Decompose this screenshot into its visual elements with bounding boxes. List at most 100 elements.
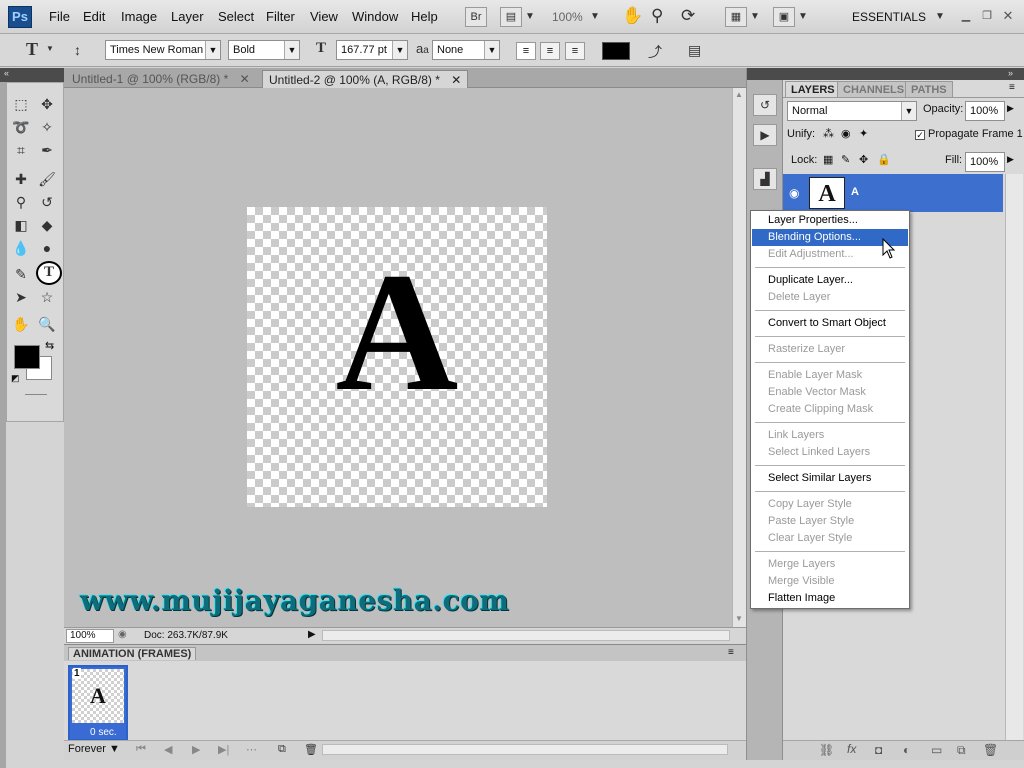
clone-stamp-tool-icon[interactable]: ⚲	[10, 191, 32, 213]
previous-frame-icon[interactable]: ◀	[164, 743, 172, 756]
close-icon[interactable]: ✕	[240, 72, 250, 86]
crop-tool-icon[interactable]: ⌗	[10, 139, 32, 161]
chevron-down-icon[interactable]: ▼	[590, 11, 600, 22]
font-style-select[interactable]: Bold ▼	[228, 40, 300, 60]
magic-wand-tool-icon[interactable]: ✧	[36, 116, 58, 138]
menu-filter[interactable]: Filter	[266, 9, 295, 24]
horizontal-scrollbar[interactable]	[322, 630, 730, 641]
anti-alias-select[interactable]: None ▼	[432, 40, 500, 60]
workspace-switcher[interactable]: ESSENTIALS	[852, 10, 926, 24]
menu-help[interactable]: Help	[411, 9, 438, 24]
eye-icon[interactable]: ◉	[789, 186, 799, 200]
collapse-icon[interactable]: «	[4, 68, 9, 78]
menu-select[interactable]: Select	[218, 9, 254, 24]
animation-frame[interactable]: A 1 0 sec.	[68, 665, 128, 741]
fill-slider-icon[interactable]: ▶	[1007, 154, 1014, 165]
zoom-icon[interactable]: ⚲	[651, 6, 663, 26]
chevron-down-icon[interactable]: ▼	[46, 44, 54, 53]
propagate-frame-checkbox[interactable]: ✓ Propagate Frame 1	[915, 128, 1023, 140]
lock-pixels-icon[interactable]: ✎	[841, 153, 850, 166]
close-icon[interactable]: ✕	[451, 73, 461, 87]
adjustment-layer-icon[interactable]: ◐	[903, 743, 910, 757]
menu-item-select-similar-layers[interactable]: Select Similar Layers	[752, 470, 908, 487]
frame-delay[interactable]: 0 sec.	[90, 727, 117, 738]
tab-untitled-2[interactable]: Untitled-2 @ 100% (A, RGB/8) * ✕	[262, 70, 469, 88]
lasso-tool-icon[interactable]: ➰	[10, 116, 32, 138]
play-icon[interactable]: ▶	[192, 743, 200, 756]
actions-panel-icon[interactable]: ▶	[753, 124, 777, 146]
restore-icon[interactable]: ❐	[979, 10, 995, 24]
tools-panel-header[interactable]: «	[0, 68, 64, 82]
custom-shape-tool-icon[interactable]: ☆	[36, 286, 58, 308]
eyedropper-tool-icon[interactable]: ✒	[36, 139, 58, 161]
menu-item-flatten-image[interactable]: Flatten Image	[752, 590, 908, 607]
brush-tool-icon[interactable]: 🖌	[36, 168, 58, 190]
zoom-level[interactable]: 100%	[552, 10, 583, 24]
document-canvas[interactable]: A	[247, 207, 547, 507]
blur-tool-icon[interactable]: 💧	[10, 237, 32, 259]
lock-position-icon[interactable]: ✥	[859, 153, 868, 166]
animation-panel-tab[interactable]: ANIMATION (FRAMES)	[68, 647, 197, 660]
bridge-button[interactable]: Br	[465, 7, 487, 27]
histogram-panel-icon[interactable]: ▟	[753, 168, 777, 190]
scroll-down-icon[interactable]: ▼	[735, 614, 743, 623]
pen-tool-icon[interactable]: ✎	[10, 263, 32, 285]
menu-item-duplicate-layer[interactable]: Duplicate Layer...	[752, 272, 908, 289]
font-family-select[interactable]: Times New Roman ▼	[105, 40, 221, 60]
text-orientation-icon[interactable]: ↕	[74, 42, 81, 58]
align-right-button[interactable]: ≡	[565, 42, 585, 60]
canvas-text-layer[interactable]: A	[247, 247, 547, 417]
menu-image[interactable]: Image	[121, 9, 157, 24]
tab-layers[interactable]: LAYERS	[785, 81, 841, 98]
new-group-icon[interactable]: ▭	[931, 743, 942, 757]
eraser-tool-icon[interactable]: ◧	[10, 214, 32, 236]
layers-scrollbar[interactable]	[1005, 174, 1023, 740]
first-frame-icon[interactable]: ⏮	[136, 743, 146, 756]
warp-text-icon[interactable]: ⤴	[648, 42, 662, 62]
healing-brush-tool-icon[interactable]: ✚	[10, 168, 32, 190]
menu-edit[interactable]: Edit	[83, 9, 105, 24]
minimize-icon[interactable]: ▁	[958, 10, 974, 24]
menu-view[interactable]: View	[310, 9, 338, 24]
layer-row[interactable]: ◉ A A	[783, 174, 1003, 212]
opacity-slider-icon[interactable]: ▶	[1007, 103, 1014, 114]
hand-tool-icon[interactable]: ✋	[10, 313, 32, 335]
fill-field[interactable]: 100%	[965, 152, 1005, 172]
menu-window[interactable]: Window	[352, 9, 398, 24]
new-layer-icon[interactable]: ⧉	[957, 743, 966, 758]
panel-menu-icon[interactable]: ≡	[728, 647, 734, 658]
link-layers-icon[interactable]: ⛓	[819, 743, 834, 757]
type-tool-icon[interactable]: T	[36, 261, 62, 285]
delete-layer-icon[interactable]: 🗑	[983, 743, 998, 757]
tab-channels[interactable]: CHANNELS	[837, 81, 911, 98]
status-info-icon[interactable]: ◉	[118, 629, 127, 640]
tab-untitled-1[interactable]: Untitled-1 @ 100% (RGB/8) * ✕	[66, 70, 256, 88]
align-left-button[interactable]: ≡	[516, 42, 536, 60]
path-selection-tool-icon[interactable]: ➤	[10, 286, 32, 308]
collapse-icon[interactable]: »	[1008, 68, 1013, 78]
align-center-button[interactable]: ≡	[540, 42, 560, 60]
font-size-select[interactable]: 167.77 pt ▼	[336, 40, 408, 60]
menu-item-convert-smart-object[interactable]: Convert to Smart Object	[752, 315, 908, 332]
chevron-down-icon[interactable]: ▼	[525, 11, 535, 22]
status-menu-arrow-icon[interactable]: ▶	[308, 629, 316, 640]
hand-icon[interactable]: ✋	[622, 6, 643, 26]
unify-visibility-icon[interactable]: ◉	[841, 127, 851, 140]
close-icon[interactable]: ✕	[1000, 9, 1016, 24]
panel-menu-icon[interactable]: ≡	[1009, 82, 1015, 93]
arrange-documents-icon[interactable]: ▦	[725, 7, 747, 27]
timeline-scrollbar[interactable]	[322, 744, 728, 755]
opacity-field[interactable]: 100%	[965, 101, 1005, 121]
rotate-view-icon[interactable]: ⟳	[681, 6, 695, 26]
character-panel-icon[interactable]: ▤	[688, 42, 701, 59]
next-frame-icon[interactable]: ▶|	[218, 743, 229, 756]
menu-item-layer-properties[interactable]: Layer Properties...	[752, 212, 908, 229]
layer-style-icon[interactable]: fx	[847, 742, 856, 756]
scroll-up-icon[interactable]: ▲	[735, 90, 743, 99]
dodge-tool-icon[interactable]: ●	[36, 237, 58, 259]
foreground-color-swatch[interactable]	[14, 345, 40, 369]
canvas-area[interactable]: A	[64, 88, 732, 627]
menu-file[interactable]: File	[49, 9, 70, 24]
unify-position-icon[interactable]: ⁂	[823, 127, 834, 140]
checkbox[interactable]: ✓	[915, 130, 925, 140]
